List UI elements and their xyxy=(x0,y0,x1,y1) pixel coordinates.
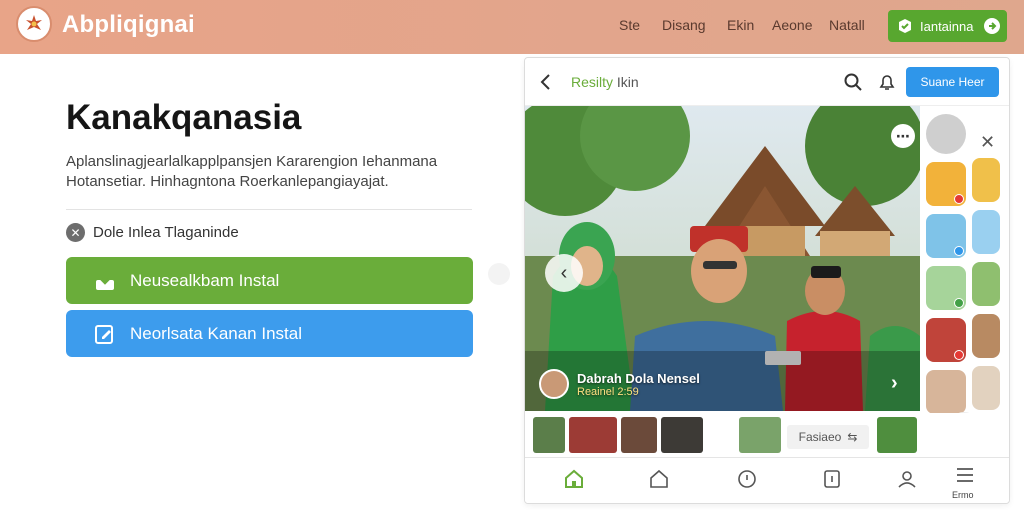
story-avatar[interactable] xyxy=(926,214,966,258)
compass-icon[interactable] xyxy=(736,468,758,490)
thumbnail[interactable] xyxy=(621,417,657,453)
phone-top-button[interactable]: Suane Heer xyxy=(906,67,999,97)
hero-title: Kanakqanasia xyxy=(66,98,302,137)
post-author-name: Dabrah Dola Nensel xyxy=(577,370,700,386)
thumbnail[interactable] xyxy=(739,417,781,453)
nav-item-4[interactable]: Aeone xyxy=(772,17,812,33)
story-avatar[interactable] xyxy=(926,370,966,414)
stories-sidebar: ✕ xyxy=(920,106,1009,456)
story-avatar[interactable] xyxy=(926,114,966,154)
tag-chip-label: Fasiaeo xyxy=(798,430,842,444)
search-icon[interactable] xyxy=(843,72,863,92)
chevron-left-icon[interactable]: ‹ xyxy=(545,254,583,292)
close-icon[interactable]: ✕ xyxy=(980,132,995,153)
thumbnail[interactable] xyxy=(877,417,917,453)
header-cta-label: Iantainna xyxy=(920,18,974,34)
thumbnail[interactable] xyxy=(533,417,565,453)
check-badge-icon xyxy=(899,19,911,33)
story-avatar[interactable] xyxy=(926,266,966,310)
arrow-right-icon xyxy=(984,18,1000,34)
tag-chip[interactable]: Fasiaeo ⇆ xyxy=(787,425,869,449)
download-icon xyxy=(96,271,114,290)
post-author[interactable]: Dabrah Dola Nensel Reainel 2:59 xyxy=(539,369,700,399)
install-primary-label: Neusealkbam Instal xyxy=(130,270,280,290)
install-secondary-button[interactable]: Neorlsata Kanan Instal xyxy=(66,310,473,357)
phone-title-rest: Ikin xyxy=(616,74,639,90)
status-dot xyxy=(954,246,964,256)
edit-icon xyxy=(95,324,113,344)
phone-topbar: Resilty Ikin Suane Heer xyxy=(525,58,1009,106)
divider xyxy=(66,209,472,210)
avatar xyxy=(539,369,569,399)
story-avatar[interactable] xyxy=(972,314,1000,358)
nav-item-5[interactable]: Natall xyxy=(829,17,865,33)
app-title: Abpliqignai xyxy=(62,11,195,38)
stories-column-a xyxy=(926,114,968,422)
status-dot xyxy=(954,298,964,308)
check-row-label: Dole Inlea Tlaganinde xyxy=(93,224,239,241)
stories-column-b xyxy=(972,158,1006,418)
top-header: Abpliqignai Ste Disang Ekin Aeone Natall… xyxy=(0,0,1024,54)
nav-item-2[interactable]: Disang xyxy=(662,17,706,33)
post-author-info: Dabrah Dola Nensel Reainel 2:59 xyxy=(577,371,700,398)
thumbnail-strip: Fasiaeo ⇆ xyxy=(525,413,1009,457)
chevron-right-icon[interactable]: › xyxy=(891,372,913,394)
post-photo[interactable] xyxy=(525,106,920,411)
home-outline-icon[interactable] xyxy=(648,468,670,490)
header-cta-button[interactable]: Iantainna xyxy=(888,10,1007,42)
back-icon[interactable] xyxy=(537,72,555,92)
phone-title: Resilty Ikin xyxy=(571,74,639,90)
check-row[interactable]: ✕ Dole Inlea Tlaganinde xyxy=(66,223,239,242)
menu-icon[interactable] xyxy=(954,464,976,486)
story-avatar[interactable] xyxy=(926,162,966,206)
x-circle-icon: ✕ xyxy=(66,223,85,242)
share-icon: ⇆ xyxy=(847,430,858,444)
user-icon[interactable] xyxy=(896,468,918,490)
phone-bottom-nav: Ermo xyxy=(525,457,1009,503)
story-avatar[interactable] xyxy=(972,158,1000,202)
thumbnail[interactable] xyxy=(569,417,617,453)
story-avatar[interactable] xyxy=(972,366,1000,410)
story-avatar[interactable] xyxy=(926,318,966,362)
share-icon[interactable] xyxy=(821,468,843,490)
more-icon[interactable]: ⋯ xyxy=(891,124,915,148)
install-secondary-label: Neorlsata Kanan Instal xyxy=(130,323,302,343)
status-dot xyxy=(954,194,964,204)
install-primary-button[interactable]: Neusealkbam Instal xyxy=(66,257,473,304)
story-avatar[interactable] xyxy=(972,210,1000,254)
logo-emblem xyxy=(23,13,45,35)
photo-illustration xyxy=(525,106,920,411)
hero-description: Aplanslinagjearlalkapplpansjen Kararengi… xyxy=(66,153,438,190)
thumbnail[interactable] xyxy=(661,417,703,453)
bell-icon[interactable] xyxy=(877,72,897,92)
app-logo[interactable] xyxy=(16,6,52,42)
phone-preview: Resilty Ikin Suane Heer ‹ ⋯ Dabrah Dola … xyxy=(524,57,1010,504)
decorative-dot xyxy=(488,263,510,285)
home-icon[interactable] xyxy=(563,468,585,490)
nav-item-1[interactable]: Ste xyxy=(619,17,640,33)
post-author-sub: Reainel 2:59 xyxy=(577,385,639,398)
menu-label: Ermo xyxy=(952,490,974,500)
status-dot xyxy=(954,350,964,360)
nav-item-3[interactable]: Ekin xyxy=(727,17,754,33)
phone-title-green: Resilty xyxy=(571,74,614,90)
story-avatar[interactable] xyxy=(972,262,1000,306)
